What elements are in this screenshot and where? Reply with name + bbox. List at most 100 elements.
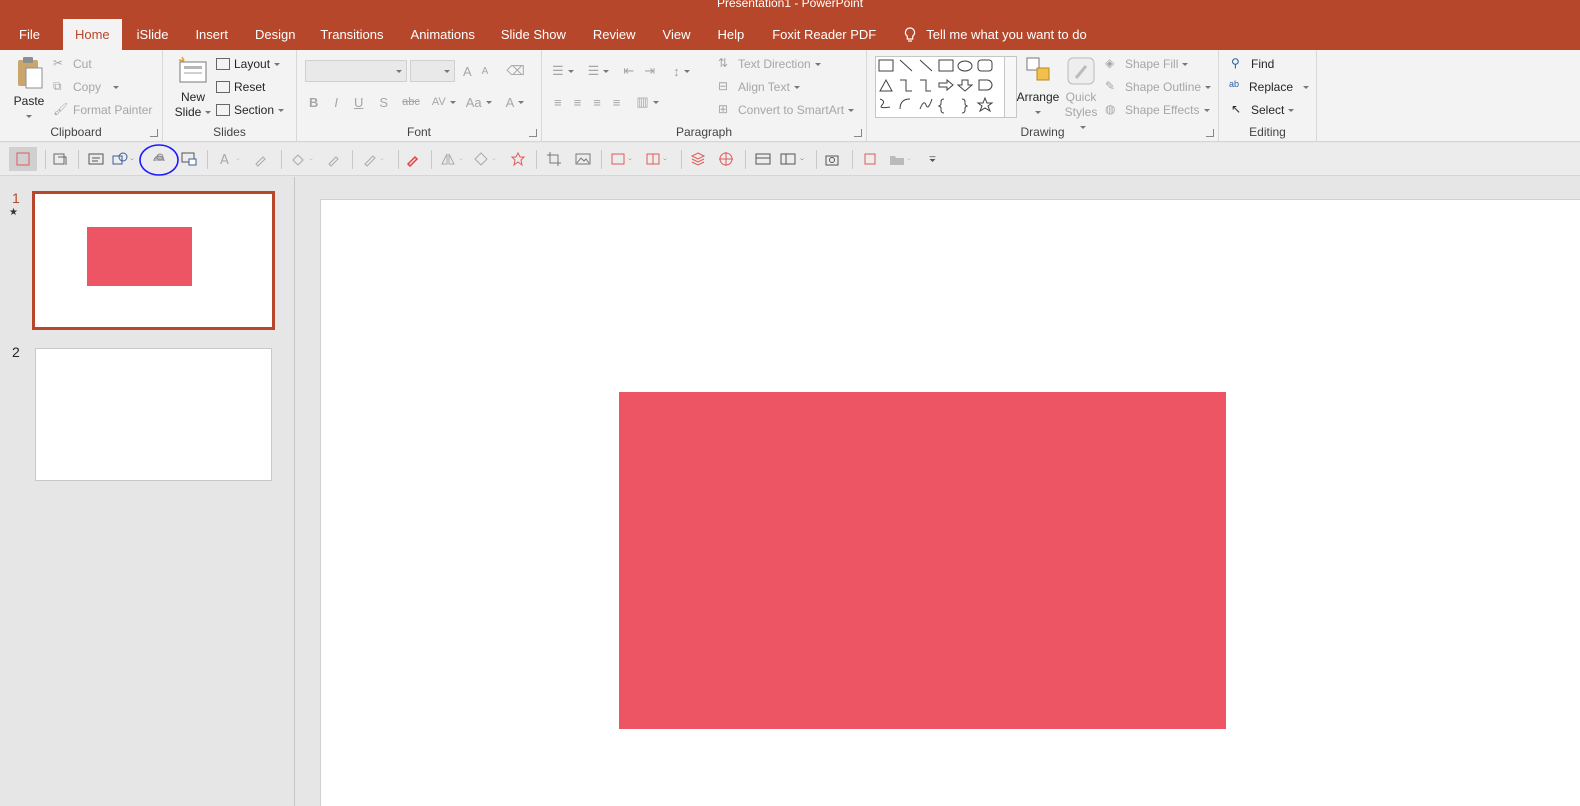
convert-smartart-button[interactable]: ⊞ Convert to SmartArt (718, 99, 855, 121)
strikethrough-button[interactable]: abc (402, 96, 420, 108)
format-painter-button[interactable]: 🖌 Format Painter (53, 99, 152, 121)
slide-thumbnail-1[interactable] (32, 191, 275, 330)
dialog-launcher-icon[interactable] (854, 129, 862, 137)
line-spacing-icon[interactable]: ↕ (673, 64, 680, 79)
increase-indent-icon[interactable]: ⇥ (644, 63, 655, 79)
slide-thumbnail-2[interactable] (35, 348, 272, 481)
align-text-button[interactable]: ⊟ Align Text (718, 76, 800, 98)
camera-icon[interactable] (825, 151, 841, 167)
change-case-button[interactable]: Aa (466, 95, 482, 110)
columns-icon[interactable]: ▥ (636, 94, 648, 110)
tab-insert[interactable]: Insert (179, 19, 244, 50)
font-name-combo[interactable] (305, 60, 407, 82)
decrease-indent-icon[interactable]: ⇤ (623, 63, 634, 79)
tab-foxit-reader-pdf[interactable]: Foxit Reader PDF (758, 19, 890, 50)
arrange-button[interactable]: Arrange (1015, 56, 1061, 120)
reset-button[interactable]: Reset (216, 76, 265, 98)
insert-slide-icon[interactable] (610, 151, 626, 167)
dialog-launcher-icon[interactable] (150, 129, 158, 137)
tab-file[interactable]: File (0, 19, 59, 50)
find-button[interactable]: ⚲ Find (1231, 53, 1274, 75)
tab-design[interactable]: Design (244, 19, 306, 50)
tab-animations[interactable]: Animations (398, 19, 488, 50)
chevron-down-icon[interactable] (492, 151, 500, 167)
chevron-down-icon[interactable] (800, 151, 808, 167)
tell-me-search[interactable]: Tell me what you want to do (890, 19, 1087, 50)
screen-icon[interactable] (181, 151, 197, 167)
align-center-icon[interactable]: ≡ (574, 95, 582, 110)
folder-icon[interactable] (889, 151, 905, 167)
shape-outline-button[interactable]: ✎ Shape Outline (1105, 76, 1212, 98)
table-icon[interactable] (645, 151, 661, 167)
layout-button[interactable]: Layout (216, 53, 281, 75)
bullets-icon[interactable]: ☰ (552, 63, 564, 79)
eyedropper-icon[interactable] (326, 151, 342, 167)
tab-transitions[interactable]: Transitions (306, 19, 397, 50)
shape-effects-button[interactable]: ◍ Shape Effects (1105, 99, 1210, 121)
section-button[interactable]: Section (216, 99, 285, 121)
chevron-down-icon[interactable] (459, 151, 467, 167)
export-icon[interactable] (862, 151, 878, 167)
paste-button[interactable]: Paste (10, 56, 48, 124)
tab-review[interactable]: Review (579, 19, 650, 50)
image-icon[interactable] (575, 151, 591, 167)
justify-icon[interactable]: ≡ (613, 95, 621, 110)
islide-quick-toolbar: A (0, 143, 1580, 176)
rectangle-shape[interactable] (619, 392, 1226, 729)
layers-icon[interactable] (690, 151, 706, 167)
chevron-down-icon[interactable] (663, 151, 671, 167)
textbox-icon[interactable] (88, 151, 104, 167)
fill-icon[interactable] (290, 151, 306, 167)
slide-canvas[interactable] (320, 199, 1580, 806)
chevron-down-icon[interactable] (380, 151, 388, 167)
shape-fill-button[interactable]: ◈ Shape Fill (1105, 53, 1189, 75)
font-color-button[interactable]: A (506, 95, 515, 110)
shape-tools-icon[interactable] (473, 151, 489, 167)
tab-view[interactable]: View (650, 19, 704, 50)
copy-button[interactable]: ⧉ Copy (53, 76, 120, 98)
flip-icon[interactable] (440, 151, 456, 167)
character-spacing-button[interactable]: AV (432, 96, 446, 108)
chevron-down-icon[interactable] (309, 151, 317, 167)
align-left-icon[interactable]: ≡ (554, 95, 562, 110)
tab-slide-show[interactable]: Slide Show (488, 19, 579, 50)
text-direction-button[interactable]: ⇅ Text Direction (718, 53, 821, 75)
color-picker-icon[interactable] (405, 151, 421, 167)
layout-grid-icon[interactable] (780, 151, 796, 167)
crop-icon[interactable] (546, 151, 562, 167)
select-button[interactable]: ↖ Select (1231, 99, 1295, 121)
chevron-down-icon[interactable] (236, 151, 244, 167)
tab-help[interactable]: Help (703, 19, 758, 50)
eyedropper-icon[interactable] (253, 151, 269, 167)
convert-icon[interactable] (52, 151, 68, 167)
numbering-icon[interactable]: ☰ (588, 63, 600, 79)
shapes-icon[interactable] (112, 151, 128, 167)
customize-toolbar-icon[interactable] (928, 151, 940, 167)
tab-home[interactable]: Home (62, 19, 122, 50)
shrink-font-button[interactable]: A (482, 66, 489, 77)
dialog-launcher-icon[interactable] (1206, 129, 1214, 137)
new-slide-button[interactable]: New Slide (173, 56, 213, 120)
star-icon[interactable] (510, 151, 526, 167)
grid-icon[interactable] (755, 151, 771, 167)
cut-button[interactable]: ✂ Cut (53, 53, 92, 75)
clear-formatting-icon[interactable]: ⌫ (506, 63, 524, 79)
shapes-gallery[interactable] (875, 56, 1017, 118)
tab-islide[interactable]: iSlide (126, 19, 180, 50)
target-icon[interactable] (718, 151, 734, 167)
bold-button[interactable]: B (309, 95, 318, 110)
italic-button[interactable]: I (334, 95, 338, 110)
grow-font-button[interactable]: A (463, 64, 472, 79)
font-icon[interactable]: A (218, 151, 234, 167)
replace-button[interactable]: ab Replace (1229, 76, 1310, 98)
outline-icon[interactable] (362, 151, 378, 167)
font-size-combo[interactable] (410, 60, 455, 82)
chevron-down-icon[interactable] (907, 151, 915, 167)
chevron-down-icon[interactable] (628, 151, 636, 167)
quick-styles-button[interactable]: Quick Styles (1061, 56, 1101, 135)
underline-button[interactable]: U (354, 95, 363, 110)
align-right-icon[interactable]: ≡ (593, 95, 601, 110)
dialog-launcher-icon[interactable] (529, 129, 537, 137)
shadow-button[interactable]: S (379, 95, 388, 110)
save-icon[interactable] (9, 147, 37, 171)
